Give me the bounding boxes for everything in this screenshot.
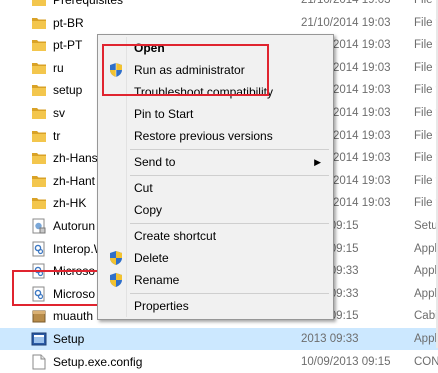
menu-separator bbox=[130, 223, 329, 224]
menu-item-label: Cut bbox=[134, 181, 153, 195]
file-name: setup bbox=[53, 83, 83, 98]
uac-shield-icon bbox=[108, 250, 124, 266]
file-name: pt-PT bbox=[53, 38, 83, 53]
file-type: Appl bbox=[414, 333, 438, 345]
file-name: tr bbox=[53, 128, 61, 143]
menu-item-label: Delete bbox=[134, 251, 169, 265]
file-type: CON bbox=[414, 355, 438, 368]
file-type: File fo bbox=[414, 16, 438, 29]
menu-item-pin-to-start[interactable]: Pin to Start bbox=[100, 103, 331, 125]
file-type: File fo bbox=[414, 84, 438, 97]
file-name: Setup.exe.config bbox=[53, 354, 143, 369]
menu-item-rename[interactable]: Rename bbox=[100, 269, 331, 291]
file-name: ru bbox=[53, 60, 64, 75]
file-date-modified: 10/09/2013 09:15 bbox=[301, 355, 391, 368]
menu-item-label: Properties bbox=[134, 299, 189, 313]
folder-icon bbox=[31, 82, 47, 98]
menu-item-label: Rename bbox=[134, 273, 180, 287]
folder-icon bbox=[31, 0, 47, 8]
menu-separator bbox=[130, 175, 329, 176]
run-as-admin-highlight-box bbox=[102, 44, 269, 96]
setup-exe-icon bbox=[31, 331, 47, 347]
file-type: File fo bbox=[414, 197, 438, 210]
menu-separator bbox=[130, 149, 329, 150]
folder-icon bbox=[31, 195, 47, 211]
config-file-icon bbox=[31, 354, 47, 370]
dll-icon bbox=[31, 241, 47, 257]
file-type: File fo bbox=[414, 61, 438, 74]
menu-item-restore-previous-versions[interactable]: Restore previous versions bbox=[100, 125, 331, 147]
file-type: Setup bbox=[414, 220, 438, 232]
file-type: Appl bbox=[414, 242, 438, 255]
menu-item-copy[interactable]: Copy bbox=[100, 199, 331, 221]
cabinet-icon bbox=[31, 308, 47, 324]
folder-icon bbox=[31, 173, 47, 189]
file-name: Prerequisites bbox=[53, 0, 124, 7]
file-name: zh-HK bbox=[53, 196, 87, 211]
menu-item-create-shortcut[interactable]: Create shortcut bbox=[100, 225, 331, 247]
setup-info-icon bbox=[31, 218, 47, 234]
file-type: File fo bbox=[414, 129, 438, 142]
menu-item-send-to[interactable]: Send to ▶ bbox=[100, 151, 331, 173]
file-row[interactable]: Setup.exe.config 10/09/2013 09:15 CON bbox=[0, 351, 438, 373]
file-name: sv bbox=[53, 106, 65, 120]
file-date-modified: 2013 09:33 bbox=[301, 333, 359, 345]
file-row[interactable]: Prerequisites 21/10/2014 19:03 File fo bbox=[0, 0, 438, 11]
menu-item-properties[interactable]: Properties bbox=[100, 295, 331, 317]
folder-icon bbox=[31, 128, 47, 144]
file-name: muauth bbox=[53, 309, 94, 324]
menu-item-label: Pin to Start bbox=[134, 107, 194, 121]
file-date-modified: 21/10/2014 19:03 bbox=[301, 0, 391, 6]
file-date-modified: 21/10/2014 19:03 bbox=[301, 16, 391, 29]
file-type: File fo bbox=[414, 152, 438, 165]
file-name: zh-Hant bbox=[53, 173, 96, 188]
folder-icon bbox=[31, 150, 47, 166]
file-row[interactable]: pt-BR 21/10/2014 19:03 File fo bbox=[0, 12, 438, 34]
file-type: File fo bbox=[414, 107, 438, 119]
setup-highlight-box bbox=[12, 270, 109, 306]
file-name: pt-BR bbox=[53, 15, 84, 30]
submenu-arrow-icon: ▶ bbox=[314, 157, 321, 167]
menu-item-label: Copy bbox=[134, 203, 163, 217]
menu-item-delete[interactable]: Delete bbox=[100, 247, 331, 269]
menu-item-cut[interactable]: Cut bbox=[100, 177, 331, 199]
file-type: Appl bbox=[414, 265, 438, 278]
file-name: zh-Hans bbox=[53, 151, 98, 166]
file-type: File fo bbox=[414, 174, 438, 187]
file-row[interactable]: Setup 2013 09:33 Appl bbox=[0, 328, 438, 350]
menu-separator bbox=[130, 293, 329, 294]
menu-item-label: Restore previous versions bbox=[134, 129, 273, 143]
menu-item-label: Create shortcut bbox=[134, 229, 217, 243]
file-type: File fo bbox=[414, 0, 438, 6]
folder-icon bbox=[31, 15, 47, 31]
file-type: File fo bbox=[414, 39, 438, 52]
folder-icon bbox=[31, 105, 47, 121]
folder-icon bbox=[31, 37, 47, 53]
folder-icon bbox=[31, 60, 47, 76]
file-name: Autorun bbox=[53, 219, 96, 233]
menu-item-label: Send to bbox=[134, 155, 176, 169]
file-name: Setup bbox=[53, 332, 85, 346]
file-type: Appl bbox=[414, 287, 438, 300]
file-type: Cabi bbox=[414, 310, 438, 323]
uac-shield-icon bbox=[108, 272, 124, 288]
